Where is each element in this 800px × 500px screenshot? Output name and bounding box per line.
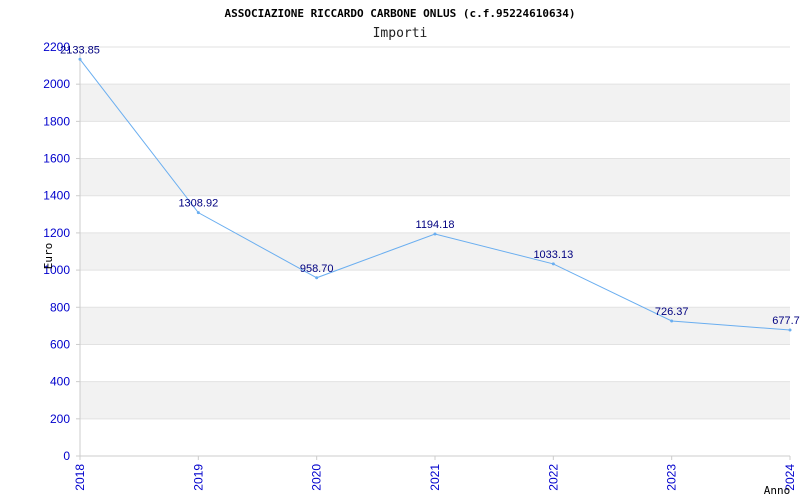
grid-band — [80, 270, 790, 308]
data-point — [196, 211, 200, 215]
y-tick-label: 2000 — [43, 77, 70, 91]
data-label: 1194.18 — [416, 219, 455, 231]
line-chart: ASSOCIAZIONE RICCARDO CARBONE ONLUS (c.f… — [42, 7, 800, 497]
y-tick-label: 0 — [63, 449, 70, 463]
x-axis-ticks: 2018 2019 2020 2021 2022 2023 2024 — [73, 456, 797, 491]
y-tick-label: 1200 — [43, 226, 70, 240]
y-tick-label: 200 — [50, 412, 70, 426]
data-point — [788, 328, 792, 332]
y-tick-label: 800 — [50, 300, 70, 314]
y-axis-label: Euro — [42, 243, 55, 270]
x-tick-label: 2022 — [546, 464, 560, 491]
grid-band — [80, 84, 790, 122]
grid-band — [80, 47, 790, 85]
x-tick-label: 2018 — [73, 464, 87, 491]
y-tick-label: 400 — [50, 375, 70, 389]
data-label: 1033.13 — [533, 249, 573, 261]
data-label: 2133.85 — [60, 44, 100, 56]
x-tick-label: 2021 — [428, 464, 442, 491]
data-point — [551, 262, 555, 266]
grid-band — [80, 121, 790, 159]
y-tick-label: 1400 — [43, 189, 70, 203]
data-label: 677.7 — [772, 315, 800, 327]
y-tick-label: 1600 — [43, 152, 70, 166]
data-label: 726.37 — [655, 306, 689, 318]
x-axis-label: Anno — [764, 484, 791, 497]
chart-title: ASSOCIAZIONE RICCARDO CARBONE ONLUS (c.f… — [225, 7, 576, 20]
grid-band — [80, 381, 790, 419]
grid-band — [80, 418, 790, 456]
data-label: 1308.92 — [178, 198, 218, 210]
data-point — [433, 232, 437, 236]
data-label: 958.70 — [300, 263, 334, 275]
x-tick-label: 2019 — [191, 464, 205, 491]
plot-background-bands — [80, 46, 790, 457]
y-tick-label: 600 — [50, 337, 70, 351]
x-tick-label: 2023 — [665, 464, 679, 491]
chart-subtitle: Importi — [373, 26, 428, 41]
x-tick-label: 2020 — [310, 464, 324, 491]
y-tick-label: 1800 — [43, 114, 70, 128]
data-point — [78, 57, 82, 61]
grid-band — [80, 344, 790, 382]
data-point — [315, 276, 319, 280]
grid-band — [80, 158, 790, 196]
grid-band — [80, 232, 790, 271]
data-point — [670, 319, 674, 323]
